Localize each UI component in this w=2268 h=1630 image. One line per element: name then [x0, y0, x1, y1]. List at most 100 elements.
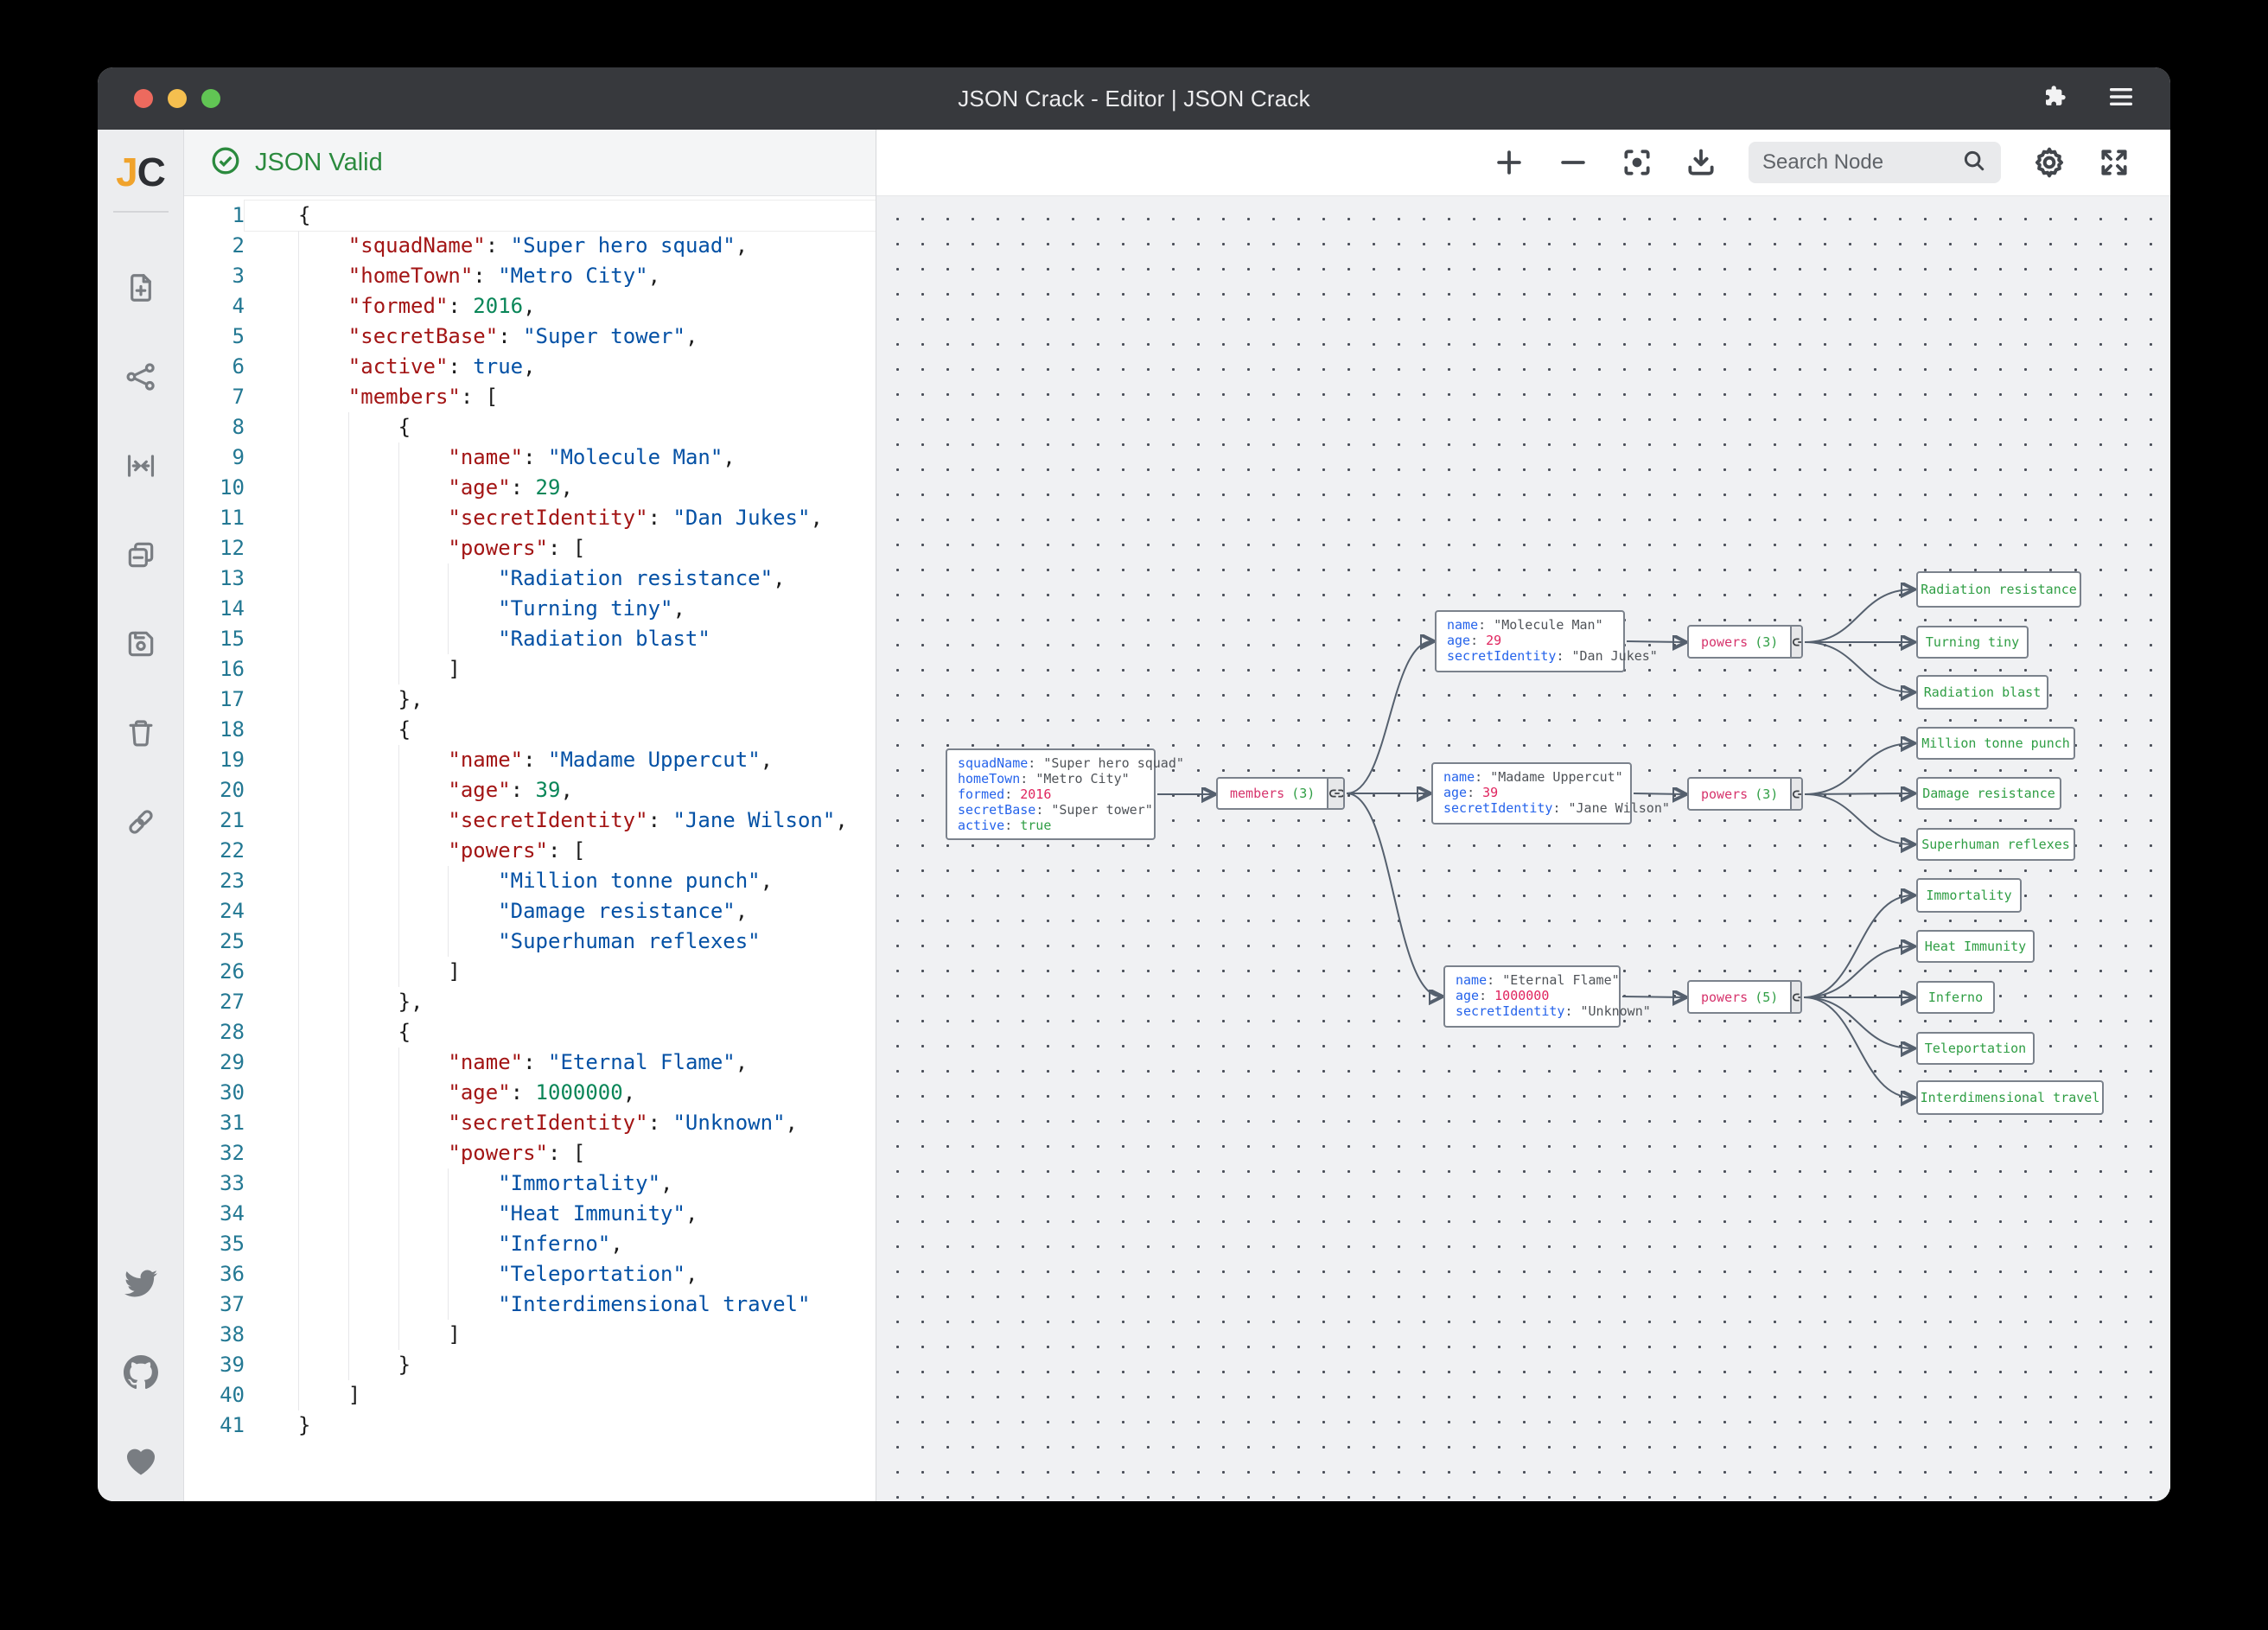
code-editor[interactable]: 1{2 "squadName": "Super hero squad",3 "h…: [184, 196, 876, 1501]
line-number: 39: [184, 1350, 245, 1380]
code-line[interactable]: 9 "name": "Molecule Man",: [184, 443, 876, 473]
code-line[interactable]: 37 "Interdimensional travel": [184, 1289, 876, 1320]
leaf-inferno[interactable]: Inferno: [1916, 981, 1995, 1014]
line-number: 9: [184, 443, 245, 473]
activity-sidebar: JC: [98, 130, 184, 1501]
code-line[interactable]: 41}: [184, 1410, 876, 1441]
code-line[interactable]: 29 "name": "Eternal Flame",: [184, 1047, 876, 1078]
github-icon[interactable]: [115, 1347, 167, 1398]
node-members[interactable]: members(3): [1216, 777, 1345, 810]
compress-icon[interactable]: [115, 440, 167, 492]
close-button[interactable]: [134, 89, 153, 108]
twitter-icon[interactable]: [115, 1258, 167, 1309]
delete-trash-icon[interactable]: [115, 707, 167, 759]
code-line[interactable]: 30 "age": 1000000,: [184, 1078, 876, 1108]
code-line[interactable]: 1{: [184, 201, 876, 231]
code-line[interactable]: 34 "Heat Immunity",: [184, 1199, 876, 1229]
code-line[interactable]: 24 "Damage resistance",: [184, 896, 876, 926]
download-icon[interactable]: [1685, 146, 1717, 179]
node-powers-eternal[interactable]: powers(5): [1687, 980, 1802, 1014]
code-line[interactable]: 18 {: [184, 715, 876, 745]
code-line[interactable]: 39 }: [184, 1350, 876, 1380]
node-powers-molecule[interactable]: powers(3): [1687, 625, 1803, 659]
app-logo[interactable]: JC: [116, 149, 165, 195]
node-root[interactable]: squadName: "Super hero squad"homeTown: "…: [946, 748, 1156, 840]
zoom-in-icon[interactable]: [1493, 146, 1526, 179]
code-line[interactable]: 40 ]: [184, 1380, 876, 1410]
code-line[interactable]: 26 ]: [184, 957, 876, 987]
chain-link-icon[interactable]: [1792, 789, 1803, 799]
leaf-million-tonne-punch[interactable]: Million tonne punch: [1916, 727, 2075, 760]
copy-icon[interactable]: [115, 529, 167, 581]
code-line[interactable]: 3 "homeTown": "Metro City",: [184, 261, 876, 291]
zoom-button[interactable]: [201, 89, 220, 108]
line-number: 10: [184, 473, 245, 503]
zoom-out-icon[interactable]: [1557, 146, 1590, 179]
code-line[interactable]: 4 "formed": 2016,: [184, 291, 876, 322]
chain-link-icon[interactable]: [1792, 637, 1803, 647]
code-line[interactable]: 6 "active": true,: [184, 352, 876, 382]
line-number: 26: [184, 957, 245, 987]
new-file-icon[interactable]: [115, 262, 167, 314]
line-number: 5: [184, 322, 245, 352]
code-line[interactable]: 2 "squadName": "Super hero squad",: [184, 231, 876, 261]
fullscreen-icon[interactable]: [2098, 146, 2131, 179]
code-line[interactable]: 33 "Immortality",: [184, 1168, 876, 1199]
node-powers-madame[interactable]: powers(3): [1687, 777, 1803, 811]
code-line[interactable]: 7 "members": [: [184, 382, 876, 412]
code-line[interactable]: 36 "Teleportation",: [184, 1259, 876, 1289]
menu-hamburger-icon[interactable]: [2106, 84, 2136, 114]
leaf-teleportation[interactable]: Teleportation: [1916, 1032, 2035, 1065]
leaf-heat-immunity[interactable]: Heat Immunity: [1916, 930, 2035, 963]
node-madame-uppercut[interactable]: name: "Madame Uppercut"age: 39secretIden…: [1431, 762, 1632, 825]
leaf-interdimensional-travel[interactable]: Interdimensional travel: [1916, 1080, 2104, 1115]
code-line[interactable]: 23 "Million tonne punch",: [184, 866, 876, 896]
code-line[interactable]: 20 "age": 39,: [184, 775, 876, 805]
code-line[interactable]: 31 "secretIdentity": "Unknown",: [184, 1108, 876, 1138]
sponsor-heart-icon[interactable]: [115, 1436, 167, 1487]
graph-canvas[interactable]: squadName: "Super hero squad"homeTown: "…: [876, 195, 2170, 1501]
save-icon[interactable]: [115, 618, 167, 670]
leaf-turning-tiny[interactable]: Turning tiny: [1916, 626, 2029, 659]
valid-check-icon: [210, 145, 241, 181]
search-icon[interactable]: [1961, 148, 1987, 178]
share-graph-icon[interactable]: [115, 351, 167, 403]
chain-link-icon[interactable]: [1792, 992, 1802, 1003]
code-line[interactable]: 19 "name": "Madame Uppercut",: [184, 745, 876, 775]
code-line[interactable]: 38 ]: [184, 1320, 876, 1350]
code-line[interactable]: 14 "Turning tiny",: [184, 594, 876, 624]
code-line[interactable]: 35 "Inferno",: [184, 1229, 876, 1259]
leaf-radiation-blast[interactable]: Radiation blast: [1916, 675, 2048, 710]
search-node-box[interactable]: [1749, 142, 2001, 183]
leaf-immortality[interactable]: Immortality: [1916, 878, 2022, 913]
extension-puzzle-icon[interactable]: [2041, 83, 2068, 115]
code-line[interactable]: 27 },: [184, 987, 876, 1017]
leaf-superhuman-reflexes[interactable]: Superhuman reflexes: [1916, 828, 2075, 861]
code-line[interactable]: 10 "age": 29,: [184, 473, 876, 503]
minimize-button[interactable]: [168, 89, 187, 108]
leaf-radiation-resistance[interactable]: Radiation resistance: [1916, 571, 2081, 608]
code-line[interactable]: 5 "secretBase": "Super tower",: [184, 322, 876, 352]
code-line[interactable]: 22 "powers": [: [184, 836, 876, 866]
code-line[interactable]: 17 },: [184, 684, 876, 715]
code-line[interactable]: 25 "Superhuman reflexes": [184, 926, 876, 957]
search-node-input[interactable]: [1762, 150, 1953, 175]
leaf-damage-resistance[interactable]: Damage resistance: [1916, 777, 2061, 810]
line-number: 27: [184, 987, 245, 1017]
focus-center-icon[interactable]: [1621, 146, 1653, 179]
code-line[interactable]: 32 "powers": [: [184, 1138, 876, 1168]
code-line[interactable]: 8 {: [184, 412, 876, 443]
code-line[interactable]: 28 {: [184, 1017, 876, 1047]
line-number: 16: [184, 654, 245, 684]
code-line[interactable]: 21 "secretIdentity": "Jane Wilson",: [184, 805, 876, 836]
code-line[interactable]: 16 ]: [184, 654, 876, 684]
code-line[interactable]: 15 "Radiation blast": [184, 624, 876, 654]
code-line[interactable]: 13 "Radiation resistance",: [184, 563, 876, 594]
code-line[interactable]: 11 "secretIdentity": "Dan Jukes",: [184, 503, 876, 533]
settings-gear-icon[interactable]: [2032, 145, 2067, 180]
link-icon[interactable]: [115, 796, 167, 848]
node-molecule-man[interactable]: name: "Molecule Man"age: 29secretIdentit…: [1435, 610, 1625, 672]
node-eternal-flame[interactable]: name: "Eternal Flame"age: 1000000secretI…: [1443, 965, 1621, 1028]
chain-link-icon[interactable]: [1328, 788, 1345, 799]
code-line[interactable]: 12 "powers": [: [184, 533, 876, 563]
